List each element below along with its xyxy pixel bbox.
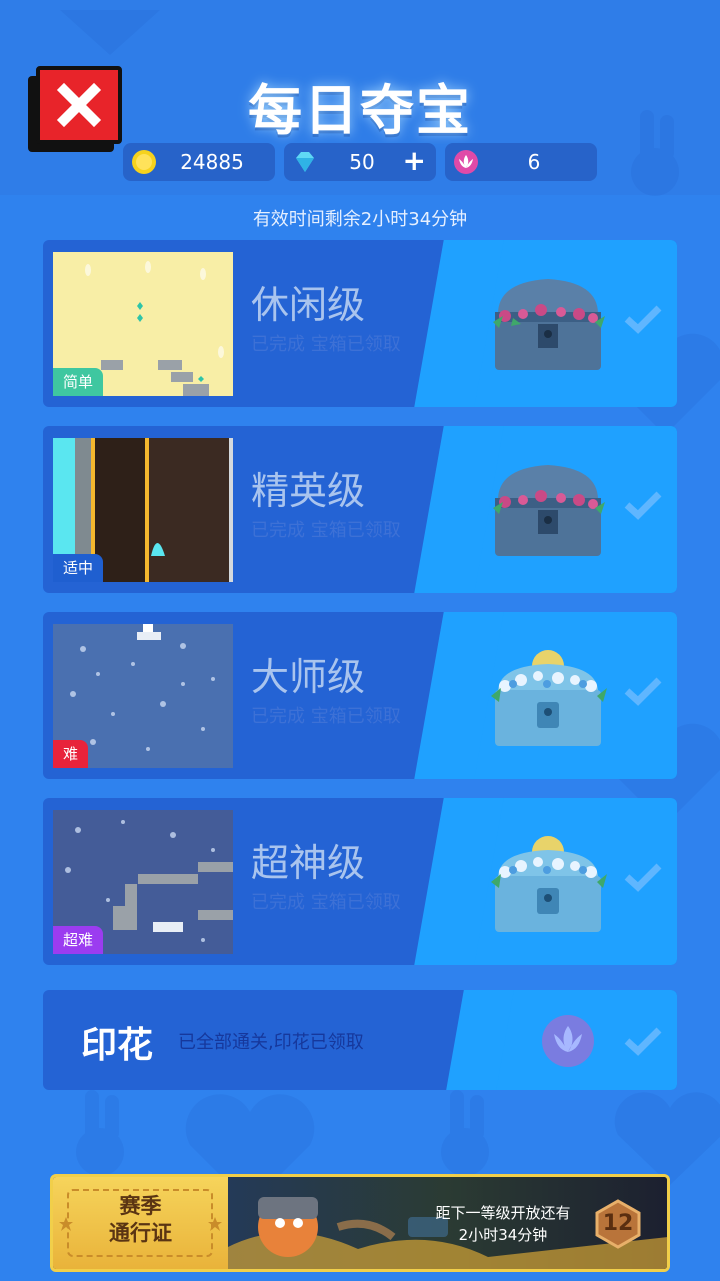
season-pass-banner[interactable]: 赛季 通行证 距下一等级开放还有 2小时34分钟 12 <box>50 1174 670 1272</box>
add-diamond-button[interactable]: + <box>403 143 426 181</box>
check-icon <box>624 1027 662 1056</box>
level-preview-image: 适中 <box>53 438 233 582</box>
diamond-value: 50 <box>349 150 375 174</box>
rabbit-decoration <box>441 1090 489 1176</box>
level-status: 已完成 宝箱已领取 <box>251 706 401 727</box>
difficulty-badge: 超难 <box>53 926 104 954</box>
level-status: 已完成 宝箱已领取 <box>251 520 401 541</box>
treasure-chest-icon <box>493 465 605 556</box>
level-card-legend[interactable]: 超难 超神级 已完成 宝箱已领取 <box>43 798 677 965</box>
season-level-badge: 12 <box>593 1199 643 1249</box>
level-name: 休闲级 <box>251 283 366 327</box>
diamond-icon <box>296 152 314 172</box>
coin-value: 24885 <box>180 150 244 174</box>
level-preview-image: 难 <box>53 624 233 768</box>
level-card-elite[interactable]: 适中 精英级 已完成 宝箱已领取 <box>43 426 677 593</box>
stamp-card[interactable]: 印花 已全部通关,印花已领取 <box>43 990 677 1090</box>
check-icon <box>624 305 662 334</box>
season-level-number: 12 <box>602 1211 634 1236</box>
season-pass-label-line2: 通行证 <box>109 1221 172 1245</box>
lotus-counter: 6 <box>445 143 597 181</box>
level-preview-image: 超难 <box>53 810 233 954</box>
star-icon <box>208 1217 222 1231</box>
level-preview-image: 简单 <box>53 252 233 396</box>
coin-counter: 24885 <box>123 143 275 181</box>
difficulty-badge: 适中 <box>53 554 104 582</box>
rabbit-decoration <box>76 1090 124 1176</box>
stamp-title: 印花 <box>81 1025 154 1066</box>
coin-icon <box>132 150 156 174</box>
remaining-time-text: 有效时间剩余2小时34分钟 <box>252 209 468 230</box>
season-pass-label: 赛季 通行证 <box>53 1177 228 1269</box>
page-title: 每日夺宝 <box>248 79 472 142</box>
level-status: 已完成 宝箱已领取 <box>251 334 401 355</box>
level-name: 精英级 <box>251 469 366 513</box>
difficulty-badge: 难 <box>53 740 89 768</box>
treasure-chest-icon <box>491 836 607 932</box>
check-icon <box>624 491 662 520</box>
lotus-icon <box>454 150 478 174</box>
next-level-time: 2小时34分钟 <box>458 1226 548 1244</box>
level-status: 已完成 宝箱已领取 <box>251 892 401 913</box>
level-card-master[interactable]: 难 大师级 已完成 宝箱已领取 <box>43 612 677 779</box>
treasure-chest-icon <box>493 279 605 370</box>
lotus-value: 6 <box>527 150 541 174</box>
next-level-text: 距下一等级开放还有 <box>435 1204 571 1222</box>
level-name: 大师级 <box>251 655 366 699</box>
check-icon <box>624 677 662 706</box>
diamond-counter: 50 + <box>284 143 436 181</box>
heart-decoration <box>60 10 160 55</box>
star-icon <box>59 1217 73 1231</box>
difficulty-badge: 简单 <box>53 368 104 396</box>
level-card-casual[interactable]: 简单 休闲级 已完成 宝箱已领取 <box>43 240 677 407</box>
lotus-icon <box>542 1015 594 1067</box>
season-pass-label-line1: 赛季 <box>119 1194 162 1218</box>
stamp-status: 已全部通关,印花已领取 <box>178 1032 364 1053</box>
check-icon <box>624 863 662 892</box>
level-name: 超神级 <box>251 841 366 885</box>
treasure-chest-icon <box>491 650 607 746</box>
